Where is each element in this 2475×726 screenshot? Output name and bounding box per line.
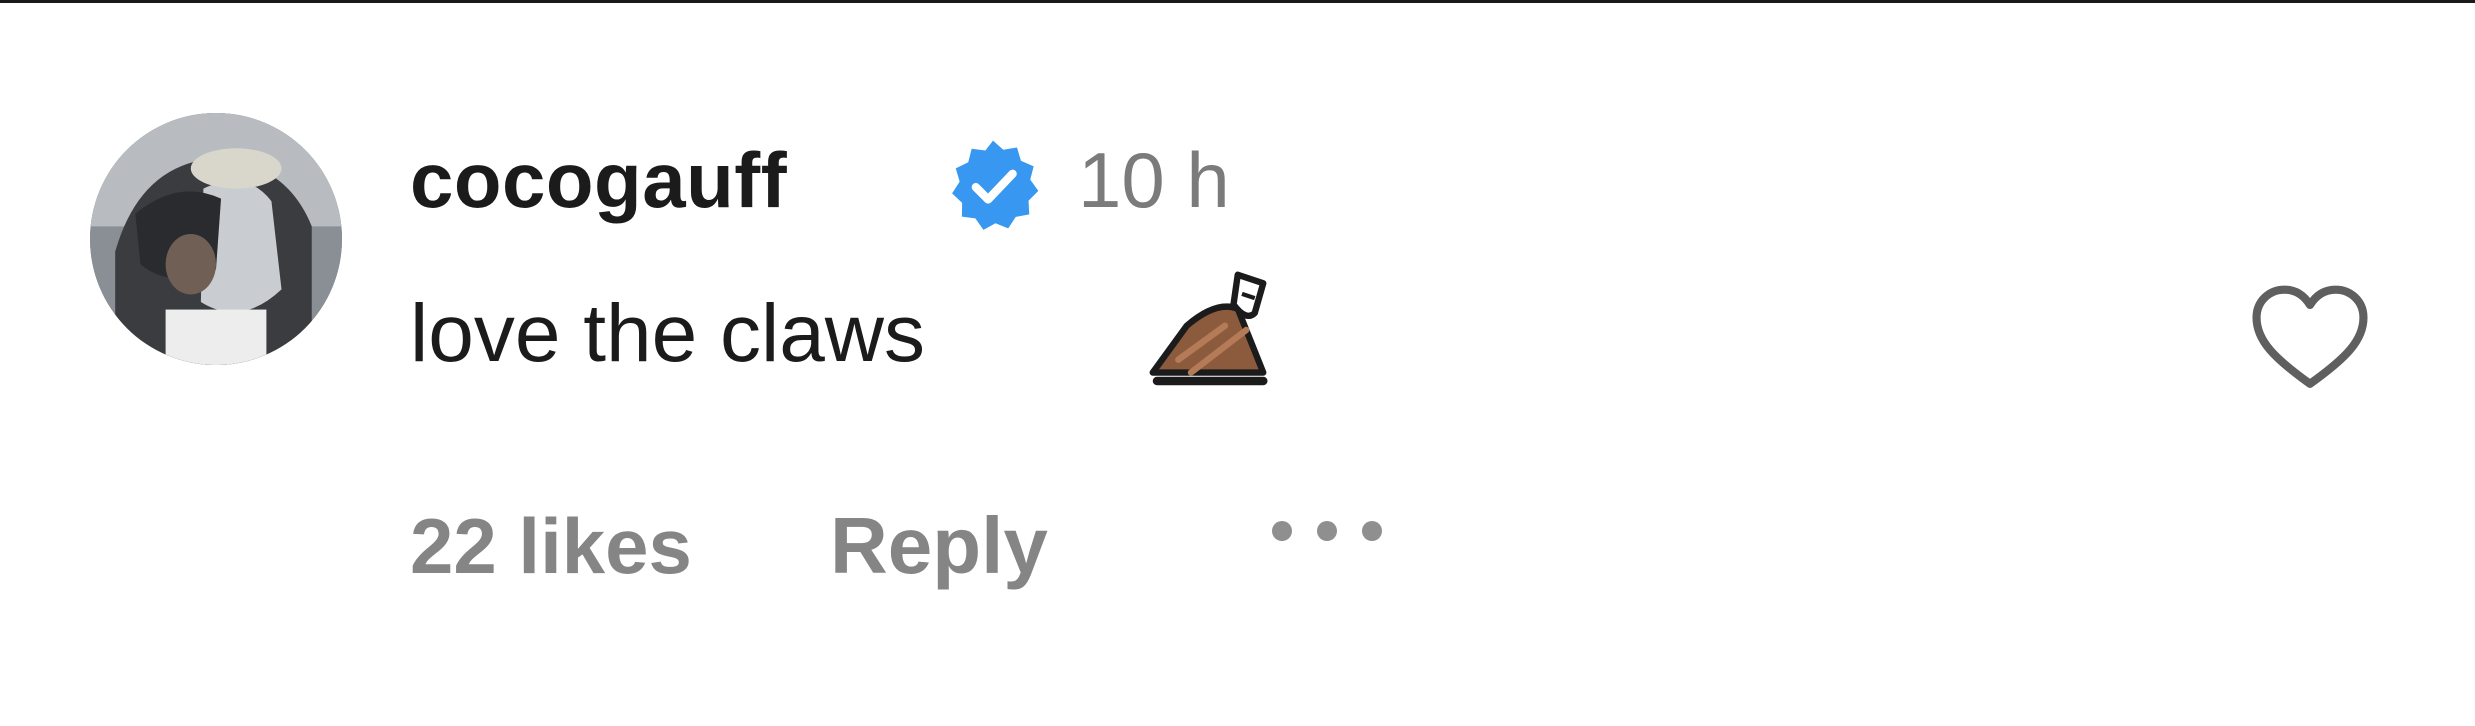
- avatar[interactable]: [90, 113, 342, 365]
- verified-badge-icon: [952, 140, 1039, 230]
- comment-username[interactable]: cocogauff: [410, 130, 787, 230]
- comment-timestamp: 10 h: [1078, 136, 1230, 224]
- nail-polish-emoji: [1149, 271, 1268, 386]
- more-options-icon[interactable]: [1262, 516, 1392, 546]
- comment-screen: cocogauff 10 h love the claws 22 likes R…: [0, 0, 2475, 726]
- reply-button[interactable]: Reply: [830, 496, 1048, 596]
- like-heart-icon[interactable]: [2248, 282, 2372, 394]
- comment-text: love the claws: [410, 288, 926, 379]
- likes-count[interactable]: 22 likes: [410, 496, 692, 596]
- top-divider: [0, 0, 2475, 3]
- avatar-photo: [90, 113, 342, 365]
